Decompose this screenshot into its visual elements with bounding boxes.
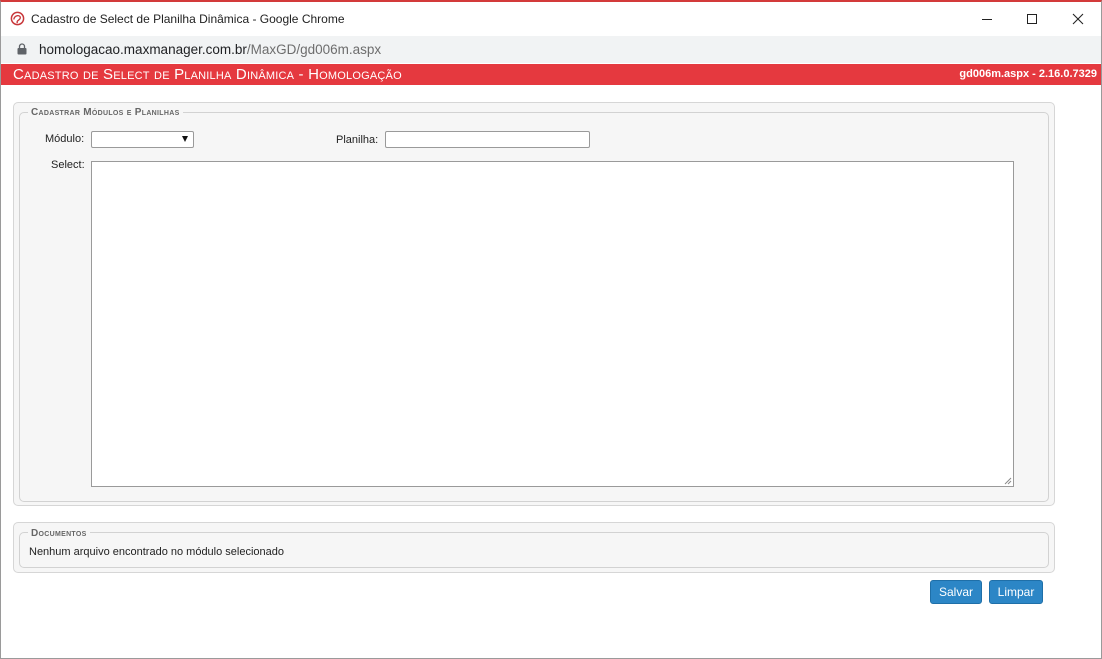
maximize-icon (1027, 14, 1037, 24)
maximize-button[interactable] (1009, 2, 1055, 36)
form-legend: Cadastrar Módulos e Planilhas (28, 107, 183, 118)
page-version: gd006m.aspx - 2.16.0.7329 (959, 68, 1097, 80)
minimize-icon (982, 19, 992, 20)
form-panel: Cadastrar Módulos e Planilhas Módulo: Pl… (13, 102, 1055, 506)
save-button[interactable]: Salvar (930, 580, 982, 604)
page-header: Cadastro de Select de Planilha Dinâmica … (1, 64, 1101, 85)
address-bar[interactable]: homologacao.maxmanager.com.br/MaxGD/gd00… (1, 36, 1101, 63)
title-bar: Cadastro de Select de Planilha Dinâmica … (1, 2, 1101, 36)
url-path: /MaxGD/gd006m.aspx (246, 42, 382, 57)
select-textarea[interactable] (91, 161, 1014, 487)
minimize-button[interactable] (964, 2, 1010, 36)
browser-window: Cadastro de Select de Planilha Dinâmica … (0, 0, 1102, 659)
resize-grip-icon[interactable] (1003, 476, 1012, 485)
modulo-select[interactable] (91, 131, 194, 148)
window-title: Cadastro de Select de Planilha Dinâmica … (31, 12, 345, 26)
documents-panel: Documentos Nenhum arquivo encontrado no … (13, 522, 1055, 573)
app-logo-icon (10, 11, 25, 26)
chevron-down-icon (182, 136, 188, 142)
close-button[interactable] (1055, 2, 1101, 36)
modulo-label: Módulo: (45, 133, 85, 145)
page-title: Cadastro de Select de Planilha Dinâmica … (13, 66, 402, 83)
url-host: homologacao.maxmanager.com.br (39, 42, 247, 57)
lock-icon (17, 43, 27, 55)
select-label: Select: (51, 159, 85, 171)
close-icon (1072, 13, 1084, 25)
no-documents-message: Nenhum arquivo encontrado no módulo sele… (29, 546, 285, 558)
documents-legend: Documentos (28, 528, 90, 539)
planilha-label: Planilha: (336, 134, 379, 146)
planilha-input[interactable] (385, 131, 590, 148)
url-text: homologacao.maxmanager.com.br/MaxGD/gd00… (39, 42, 381, 57)
clear-button[interactable]: Limpar (989, 580, 1043, 604)
